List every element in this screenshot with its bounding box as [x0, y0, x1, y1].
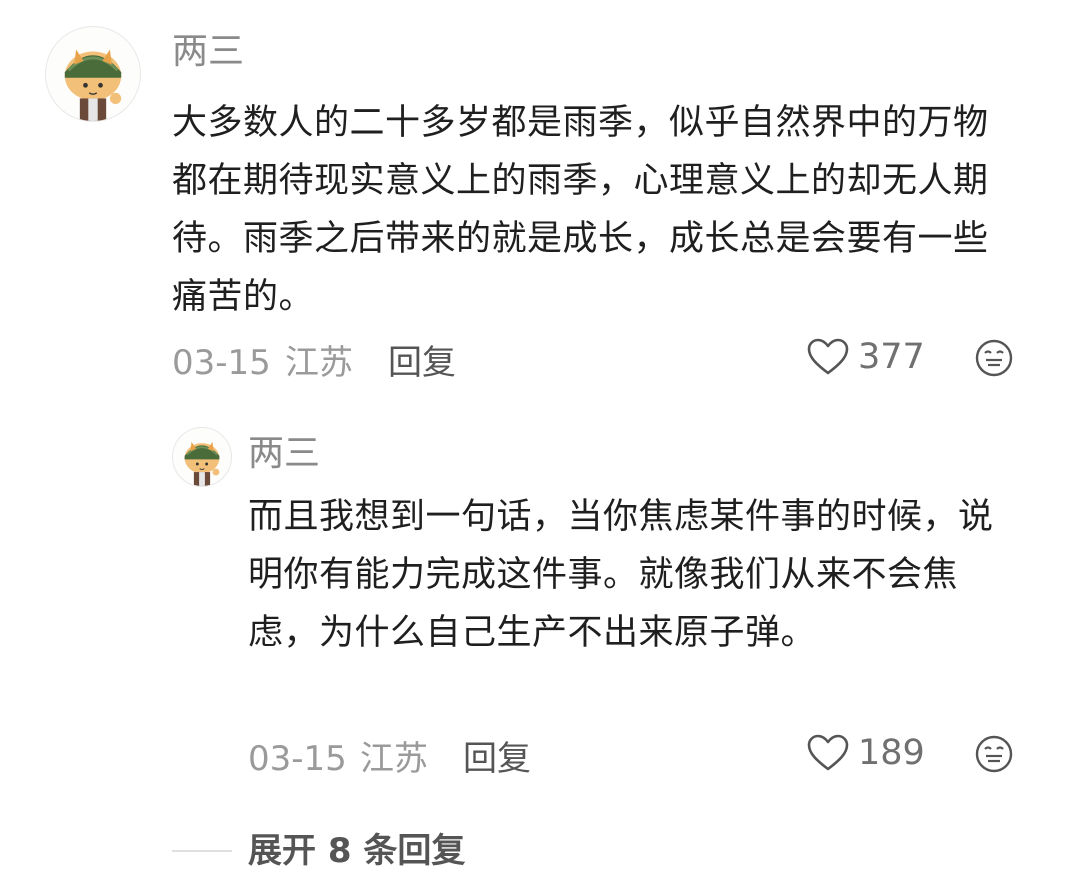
reply-text: 而且我想到一句话，当你焦虑某件事的时候，说明你有能力完成这件事。就像我们从来不会…: [248, 497, 994, 653]
reply-username[interactable]: 两三: [248, 436, 320, 472]
comment-reply-button[interactable]: 回复: [388, 346, 456, 380]
comment-like-button[interactable]: 377: [806, 337, 925, 377]
cartoon-avatar-icon: [64, 49, 122, 121]
comment-like-count: 377: [858, 336, 925, 377]
reply-like-count: 189: [858, 732, 925, 773]
comment-date: 03-15: [172, 343, 271, 383]
comment-username[interactable]: 两三: [172, 34, 244, 70]
reply-like-button[interactable]: 189: [806, 733, 925, 773]
reply-avatar[interactable]: [172, 427, 232, 487]
smiley-face-icon[interactable]: [974, 734, 1014, 774]
cartoon-avatar-icon: [184, 441, 220, 486]
expand-divider: [172, 850, 232, 852]
reply-reply-button[interactable]: 回复: [463, 742, 531, 776]
heart-outline-icon: [807, 734, 849, 771]
smiley-face-icon[interactable]: [974, 338, 1014, 378]
comment-location: 江苏: [285, 343, 353, 383]
reply-date: 03-15: [248, 739, 347, 779]
expand-replies-button[interactable]: 展开 8 条回复: [248, 834, 465, 868]
heart-outline-icon: [807, 338, 849, 375]
comment-avatar[interactable]: [45, 26, 141, 122]
comment-text: 大多数人的二十多岁都是雨季，似乎自然界中的万物都在期待现实意义上的雨季，心理意义…: [172, 103, 989, 317]
reply-location: 江苏: [360, 739, 428, 779]
